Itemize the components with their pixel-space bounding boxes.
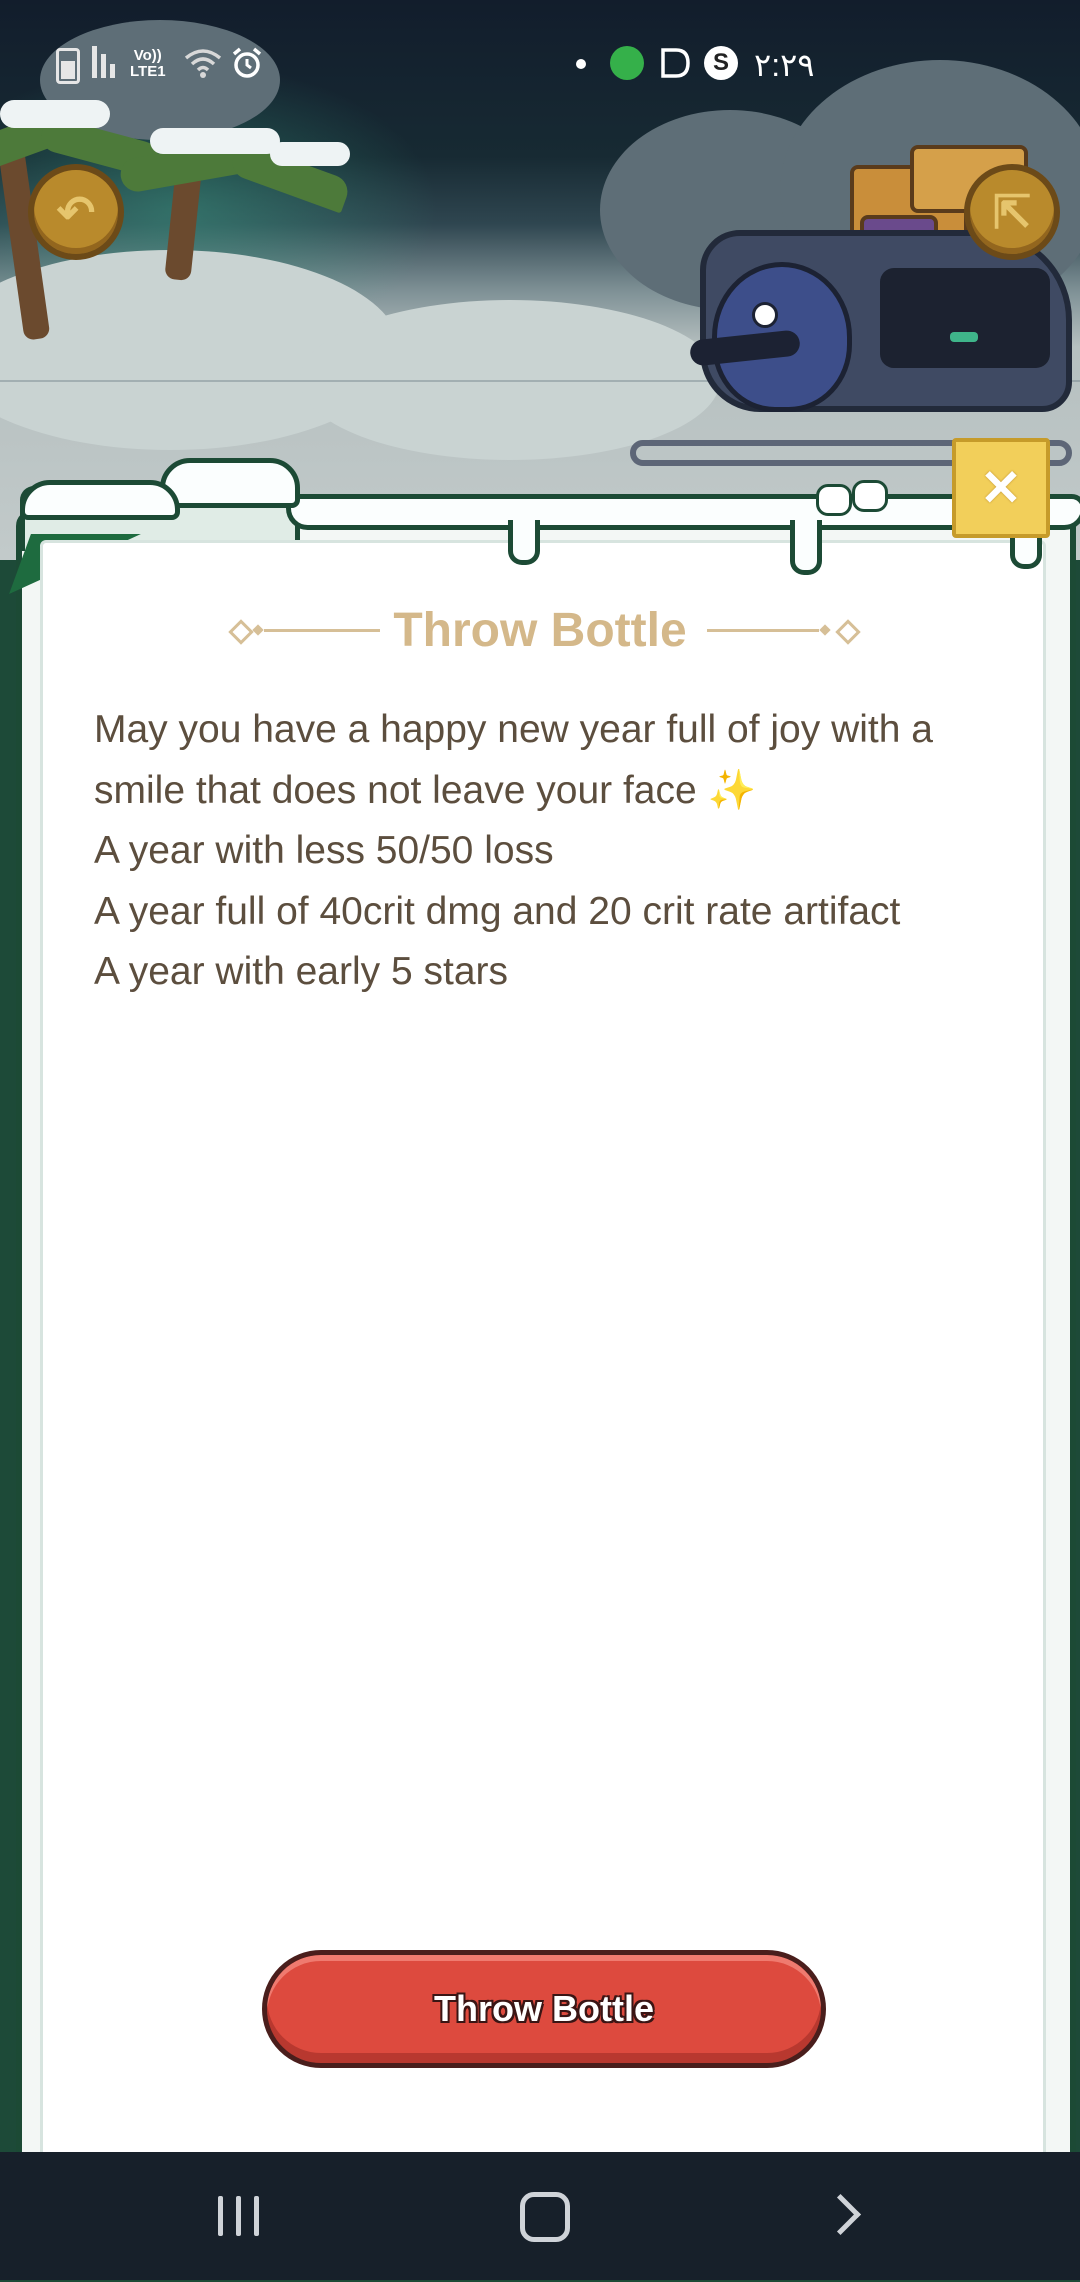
alarm-icon	[232, 47, 262, 78]
signal-icon	[92, 46, 122, 78]
back-button[interactable]: ↶	[28, 164, 124, 260]
status-bar: Vo)) LTE1 S ٢:٢٩	[0, 34, 1080, 94]
share-button[interactable]: ⇱	[964, 164, 1060, 260]
message-line: A year with early 5 stars	[94, 950, 508, 993]
shazam-icon: S	[704, 46, 738, 80]
battery-icon	[56, 48, 80, 84]
message-line: smile that does not leave your face ✨	[94, 768, 757, 812]
title-ornament-right	[706, 619, 861, 645]
system-navigation-bar	[0, 2152, 1080, 2280]
throw-bottle-button[interactable]: Throw Bottle	[262, 1950, 826, 2068]
message-line: A year full of 40crit dmg and 20 crit ra…	[94, 889, 901, 933]
clock: ٢:٢٩	[754, 47, 815, 83]
card-title: Throw Bottle	[393, 603, 687, 657]
card-title-row: Throw Bottle	[228, 600, 861, 660]
recent-apps-button[interactable]	[218, 2196, 262, 2236]
home-button[interactable]	[520, 2192, 570, 2242]
back-nav-button[interactable]	[819, 2193, 862, 2236]
wifi-icon	[184, 49, 222, 78]
message-line: A year with less 50/50 loss	[94, 829, 554, 872]
message-notification-icon	[661, 48, 690, 78]
throw-bottle-label: Throw Bottle	[434, 1988, 654, 2029]
bottle-message: May you have a happy new year full of jo…	[94, 700, 994, 1003]
network-type-label: Vo)) LTE1	[130, 47, 166, 80]
close-icon: ✕	[980, 460, 1022, 516]
message-line: May you have a happy new year full of jo…	[94, 708, 933, 751]
sparkle-icon: ✨	[707, 768, 757, 812]
notification-dot-icon	[576, 59, 586, 69]
back-arrow-icon: ↶	[56, 186, 96, 238]
app-notification-icon	[610, 46, 644, 80]
title-ornament-left	[228, 619, 380, 645]
close-button[interactable]: ✕	[952, 438, 1050, 538]
share-icon: ⇱	[992, 186, 1032, 238]
